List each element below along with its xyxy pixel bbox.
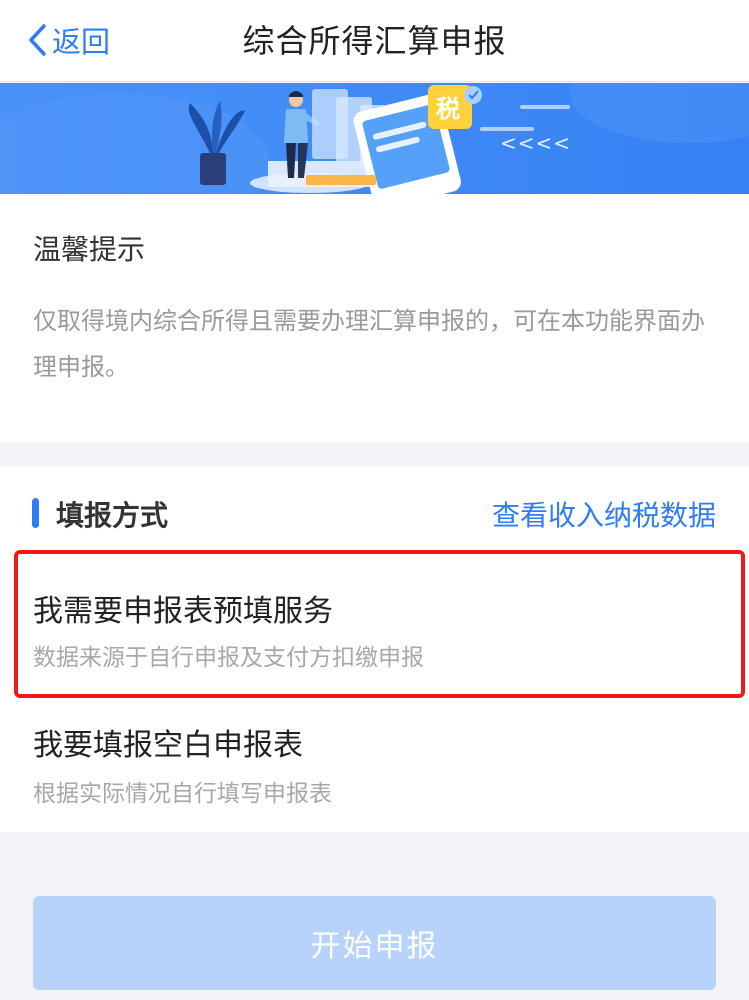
option-prefill-service[interactable]: 我需要申报表预填服务 数据来源于自行申报及支付方扣缴申报 [0,550,749,698]
tax-badge: 税 [436,95,460,123]
tip-card: 温馨提示 仅取得境内综合所得且需要办理汇算申报的，可在本功能界面办理申报。 [0,194,749,442]
option-title: 我要填报空白申报表 [33,728,303,763]
option-title: 我需要申报表预填服务 [33,594,333,629]
filing-method-card: 填报方式 查看收入纳税数据 我需要申报表预填服务 数据来源于自行申报及支付方扣缴… [0,466,749,832]
start-filing-button[interactable]: 开始申报 [33,896,716,990]
option-subtitle: 数据来源于自行申报及支付方扣缴申报 [33,645,424,671]
view-income-tax-data-link[interactable]: 查看收入纳税数据 [492,494,716,534]
banner-illustration [0,83,749,194]
tip-body: 仅取得境内综合所得且需要办理汇算申报的，可在本功能界面办理申报。 [33,307,705,381]
section-title: 填报方式 [56,499,169,532]
option-subtitle: 根据实际情况自行填写申报表 [33,781,332,807]
navbar: 返回 综合所得汇算申报 [0,0,749,82]
banner: 税 <<<< [0,83,749,194]
option-blank-form[interactable]: 我要填报空白申报表 根据实际情况自行填写申报表 [0,698,749,818]
section-accent-bar [32,498,39,528]
page-title: 综合所得汇算申报 [242,22,507,60]
arrow-decoration: <<<< [500,131,572,155]
tip-title: 温馨提示 [33,233,146,266]
